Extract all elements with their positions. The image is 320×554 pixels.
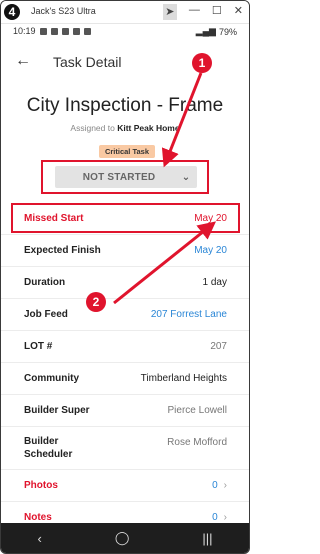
chevron-down-icon: ⌄ [181, 171, 191, 183]
notes-count-group: 0 › [212, 512, 227, 523]
clock: 10:19 [13, 26, 36, 36]
notification-icon [72, 27, 80, 35]
detail-label: Photos [24, 480, 58, 491]
detail-label: Builder Scheduler [24, 436, 73, 460]
battery-level: 79% [218, 26, 237, 37]
step-badge: 4 [4, 4, 20, 20]
critical-task-badge: Critical Task [99, 145, 155, 158]
detail-label: Expected Finish [24, 245, 101, 256]
detail-row-lot: LOT # 207 [1, 331, 249, 363]
detail-label: Missed Start [24, 213, 84, 224]
photos-count: 0 [212, 480, 218, 491]
photos-count-group: 0 › [212, 480, 227, 491]
detail-value: Pierce Lowell [167, 405, 227, 416]
assigned-to: Kitt Peak Home [117, 123, 180, 133]
nav-home-icon[interactable]: ◯ [115, 530, 130, 546]
detail-list: Missed Start May 20 Expected Finish May … [1, 203, 249, 534]
chevron-right-icon: › [223, 480, 227, 491]
detail-label: Community [24, 373, 79, 384]
detail-row-expected-finish: Expected Finish May 20 [1, 235, 249, 267]
cursor-icon: ➤ [162, 4, 177, 20]
detail-row-community: Community Timberland Heights [1, 363, 249, 395]
page-title: Task Detail [53, 54, 122, 70]
status-label: NOT STARTED [82, 171, 156, 183]
android-nav-bar: ‹ ◯ ||| [1, 523, 249, 553]
assigned-line: Assigned to Kitt Peak Home [1, 123, 249, 133]
status-bar: 10:19 ▂▄▆ 79% [1, 24, 249, 40]
annotation-marker-2: 2 [86, 292, 106, 312]
close-icon[interactable]: ✕ [234, 4, 243, 20]
nav-recents-icon[interactable]: ||| [202, 531, 212, 546]
detail-row-builder-super: Builder Super Pierce Lowell [1, 395, 249, 427]
minimize-icon[interactable]: — [189, 4, 200, 20]
detail-label: LOT # [24, 341, 53, 352]
notification-icon [39, 27, 47, 35]
detail-row-job-feed: Job Feed 207 Forrest Lane [1, 299, 249, 331]
phone-frame: 4 Jack's S23 Ultra ➤ — ☐ ✕ 10:19 ▂▄▆ 79%… [0, 0, 250, 554]
window-title-bar: 4 Jack's S23 Ultra ➤ — ☐ ✕ [1, 1, 249, 24]
notification-icon [50, 27, 58, 35]
detail-value: Timberland Heights [140, 373, 227, 384]
detail-row-duration: Duration 1 day [1, 267, 249, 299]
chevron-right-icon: › [223, 512, 227, 523]
detail-row-missed-start: Missed Start May 20 [1, 203, 249, 235]
detail-label: Builder Super [24, 405, 90, 416]
window-title: Jack's S23 Ultra [31, 6, 96, 16]
detail-value: May 20 [194, 213, 227, 224]
detail-row-builder-scheduler: Builder Scheduler Rose Mofford [1, 427, 249, 470]
maximize-icon[interactable]: ☐ [212, 4, 222, 20]
detail-label: Notes [24, 512, 52, 523]
detail-value[interactable]: May 20 [194, 245, 227, 256]
status-dropdown[interactable]: NOT STARTED ⌄ [55, 166, 197, 188]
task-title: City Inspection - Frame [26, 95, 224, 116]
detail-label: Job Feed [24, 309, 68, 320]
assigned-prefix: Assigned to [70, 123, 115, 133]
detail-row-photos[interactable]: Photos 0 › [1, 470, 249, 502]
detail-label: Duration [24, 277, 66, 288]
annotation-marker-1: 1 [192, 53, 212, 73]
detail-value: Rose Mofford [167, 437, 227, 448]
notification-icon [61, 27, 69, 35]
signal-icon: ▂▄▆ [195, 26, 216, 36]
back-arrow-icon[interactable]: ← [15, 52, 31, 70]
notification-icon [83, 27, 91, 35]
job-feed-link[interactable]: 207 Forrest Lane [151, 309, 227, 320]
notes-count: 0 [212, 512, 218, 523]
nav-back-icon[interactable]: ‹ [37, 531, 41, 546]
detail-value: 1 day [202, 277, 227, 288]
detail-value: 207 [210, 341, 227, 352]
